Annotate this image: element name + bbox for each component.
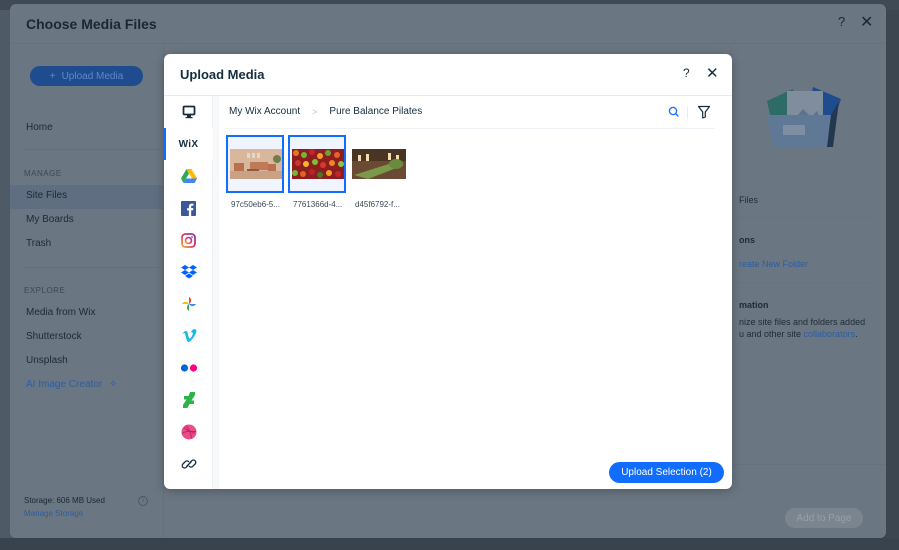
help-icon[interactable]: ? [683,66,690,80]
source-google-drive[interactable] [164,160,213,192]
sparkle-icon: ✧ [108,379,118,390]
folder-illustration-icon [767,87,841,147]
section-explore: EXPLORE [24,286,66,295]
yoga-mat-thumbnail [352,149,406,179]
divider [225,128,715,129]
modal-title: Choose Media Files [26,16,157,32]
deviantart-icon [182,392,195,408]
create-new-folder-link[interactable]: reate New Folder [739,259,808,269]
vimeo-icon [181,329,196,342]
editor-right-panel [886,10,899,550]
upload-modal-header: Upload Media ? ✕ [164,54,732,96]
divider [24,149,160,150]
source-my-computer[interactable] [164,96,213,128]
modal-header: Choose Media Files ? ✕ [10,4,886,44]
breadcrumb-my-wix-account[interactable]: My Wix Account [229,106,300,117]
add-to-page-button[interactable]: Add to Page [785,508,863,528]
link-icon [181,459,196,469]
file-tile[interactable] [226,135,284,193]
info-panel: Files ons reate New Folder mation nize s… [730,45,886,465]
source-deviantart[interactable] [164,384,213,416]
google-drive-icon [180,169,197,183]
search-icon[interactable] [668,106,680,118]
collaborators-link[interactable]: collaborators [804,329,856,339]
wix-logo: WiX [178,138,199,150]
facebook-icon [181,200,196,216]
dropbox-icon [180,265,197,279]
information-heading: mation [739,300,769,310]
media-sidebar: + Upload Media Home MANAGE Site Files My… [10,45,164,538]
source-flickr[interactable] [164,352,213,384]
wix-media-browser: My Wix Account > Pure Balance Pilates 97… [219,96,732,489]
filter-icon[interactable] [697,105,711,119]
information-text-2: u and other site collaborators. [739,329,858,339]
close-icon[interactable]: ✕ [706,64,719,82]
sidebar-item-trash[interactable]: Trash [26,238,51,249]
source-facebook[interactable] [164,192,213,224]
divider [731,282,871,283]
sidebar-item-ai-image-creator[interactable]: AI Image Creator ✧ [26,379,117,390]
fruits-thumbnail [292,149,344,179]
flickr-icon [180,364,197,372]
dribbble-icon [181,424,196,440]
ai-image-creator-label: AI Image Creator [26,379,103,390]
upload-media-label: Upload Media [61,70,124,82]
upload-media-modal: Upload Media ? ✕ WiX My Wix Account > Pu… [164,54,732,489]
upload-selection-button[interactable]: Upload Selection (2) [609,462,724,483]
file-name: 97c50eb6-5... [231,200,280,209]
google-photos-icon [181,297,196,311]
divider [731,217,871,218]
sidebar-item-home[interactable]: Home [26,122,53,133]
plus-icon: + [49,70,56,82]
source-google-photos[interactable] [164,288,213,320]
actions-heading: ons [739,235,756,245]
sidebar-item-shutterstock[interactable]: Shutterstock [26,331,82,342]
source-dropbox[interactable] [164,256,213,288]
chevron-right-icon: > [312,106,318,117]
monitor-icon [182,105,195,119]
info-text-suffix: . [855,329,858,339]
breadcrumb: My Wix Account > Pure Balance Pilates [229,106,422,117]
editor-bottom-bar [0,538,899,550]
source-dribbble[interactable] [164,416,213,448]
source-vimeo[interactable] [164,320,213,352]
storage-usage: Storage: 606 MB Used [24,496,105,505]
divider [24,267,160,268]
files-label: Files [739,195,759,205]
source-link[interactable] [164,448,213,480]
file-tile[interactable] [288,135,346,193]
sidebar-item-media-from-wix[interactable]: Media from Wix [26,307,95,318]
sidebar-item-site-files[interactable]: Site Files [26,190,67,201]
help-icon[interactable]: ? [838,14,845,29]
sidebar-item-unsplash[interactable]: Unsplash [26,355,68,366]
file-tile[interactable] [352,135,410,193]
manage-storage-link[interactable]: Manage Storage [24,509,83,518]
instagram-icon [181,232,196,248]
file-name: 7761366d-4... [293,200,343,209]
file-name: d45f6792-f... [355,200,400,209]
breadcrumb-pure-balance-pilates[interactable]: Pure Balance Pilates [329,106,422,117]
sidebar-item-my-boards[interactable]: My Boards [26,214,74,225]
living-room-thumbnail [230,149,282,179]
close-icon[interactable]: ✕ [860,12,873,32]
source-wix[interactable]: WiX [164,128,213,160]
upload-sources-list: WiX [164,96,213,489]
toolbar-separator [687,107,688,119]
section-manage: MANAGE [24,169,62,178]
upload-media-button[interactable]: + Upload Media [30,66,143,86]
information-text: nize site files and folders added [739,317,866,327]
info-text-prefix: u and other site [739,329,804,339]
upload-modal-title: Upload Media [180,67,265,82]
info-icon[interactable]: i [138,496,148,506]
source-instagram[interactable] [164,224,213,256]
